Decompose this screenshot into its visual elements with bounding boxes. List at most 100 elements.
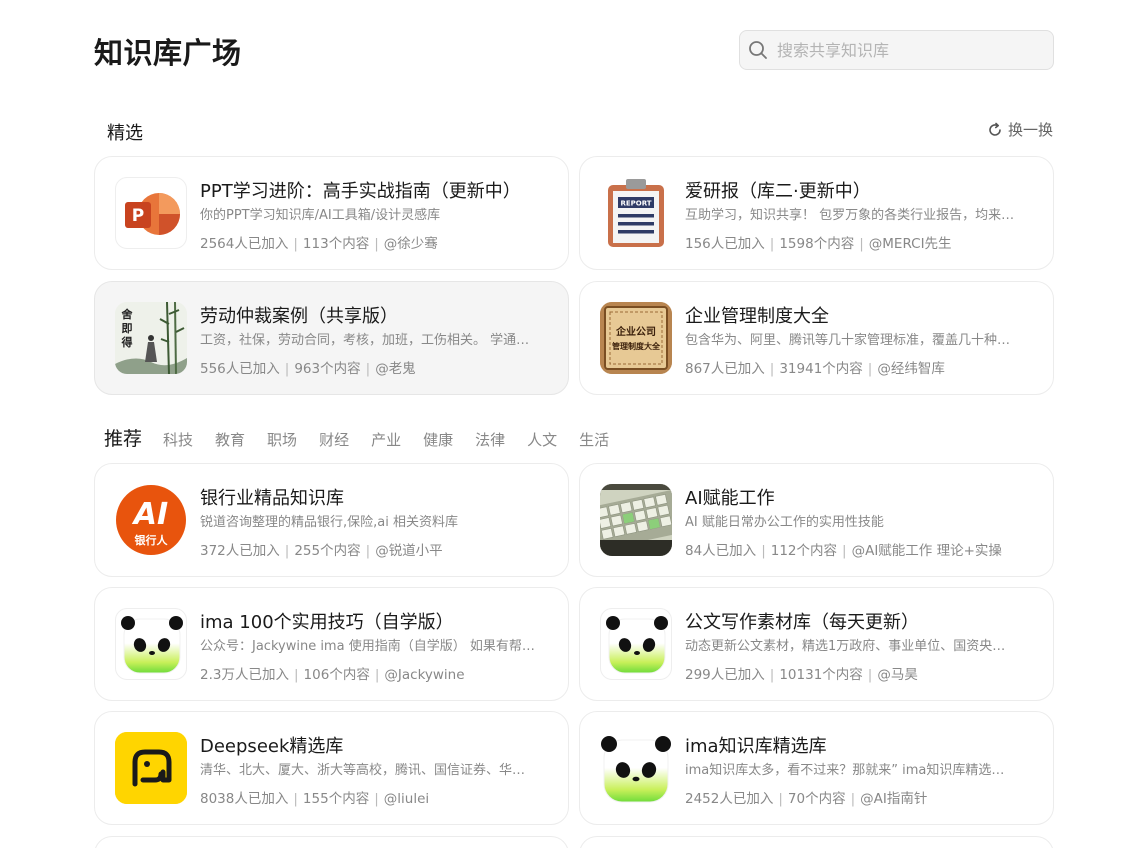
author-name: @liulei bbox=[383, 791, 430, 807]
page-title: 知识库广场 bbox=[94, 36, 242, 70]
keyboard-photo-icon bbox=[600, 484, 672, 556]
author-name: @经纬智库 bbox=[877, 361, 945, 377]
card-meta: 372人已加入 | 255个内容 | @锐道小平 bbox=[200, 543, 443, 559]
tab-tech[interactable]: 科技 bbox=[163, 429, 193, 450]
member-count: 299人已加入 bbox=[685, 667, 765, 683]
card-meta: 84人已加入 | 112个内容 | @AI赋能工作 理论+实操 bbox=[685, 543, 1002, 559]
svg-text:银行人: 银行人 bbox=[135, 533, 169, 547]
refresh-button[interactable]: 换一换 bbox=[987, 119, 1053, 140]
member-count: 84人已加入 bbox=[685, 543, 757, 559]
card-title: AI赋能工作 bbox=[685, 488, 775, 509]
refresh-icon bbox=[989, 122, 1001, 136]
featured-section-label: 精选 bbox=[107, 123, 143, 144]
card-title: 劳动仲裁案例（共享版） bbox=[200, 306, 398, 327]
member-count: 867人已加入 bbox=[685, 361, 765, 377]
card-description: 包含华为、阿里、腾讯等几十家管理标准，覆盖几十种… bbox=[685, 333, 1011, 348]
tab-humanities[interactable]: 人文 bbox=[527, 429, 557, 450]
search-icon bbox=[749, 41, 767, 59]
author-name: @Jackywine bbox=[384, 667, 465, 683]
yellow-elephant-icon bbox=[115, 732, 187, 804]
content-count: 31941个内容 bbox=[779, 361, 863, 377]
knowledge-card-partial[interactable] bbox=[579, 836, 1054, 848]
search-bar[interactable] bbox=[739, 30, 1054, 70]
card-description: 工资，社保，劳动合同，考核，加班，工伤相关。 学通… bbox=[200, 333, 530, 348]
member-count: 8038人已加入 bbox=[200, 791, 289, 807]
panda-icon bbox=[600, 608, 672, 680]
content-count: 113个内容 bbox=[302, 236, 370, 252]
content-count: 10131个内容 bbox=[779, 667, 863, 683]
card-description: 清华、北大、厦大、浙大等高校，腾讯、国信证券、华… bbox=[200, 763, 526, 778]
card-description: 互助学习，知识共享！ 包罗万象的各类行业报告，均来… bbox=[685, 208, 1015, 223]
tab-workplace[interactable]: 职场 bbox=[267, 429, 297, 450]
tab-recommend[interactable]: 推荐 bbox=[104, 424, 142, 451]
ai-bank-logo-icon: AI 银行人 bbox=[115, 484, 187, 556]
author-name: @老鬼 bbox=[375, 361, 416, 377]
member-count: 2564人已加入 bbox=[200, 236, 289, 252]
knowledge-card[interactable]: ima 100个实用技巧（自学版） 公众号：Jackywine ima 使用指南… bbox=[94, 587, 569, 701]
knowledge-card[interactable]: ima知识库精选库 ima知识库太多，看不过来？那就来” ima知识库精选… 2… bbox=[579, 711, 1054, 825]
card-title: ima知识库精选库 bbox=[685, 736, 827, 757]
search-input[interactable] bbox=[777, 40, 1027, 60]
card-description: 你的PPT学习知识库/AI工具箱/设计灵感库 bbox=[200, 208, 441, 223]
tab-health[interactable]: 健康 bbox=[423, 429, 453, 450]
knowledge-card[interactable]: 企业公司 管理制度大全 企业管理制度大全 包含华为、阿里、腾讯等几十家管理标准，… bbox=[579, 281, 1054, 395]
knowledge-card[interactable]: 公文写作素材库（每天更新） 动态更新公文素材，精选1万政府、事业单位、国资央… … bbox=[579, 587, 1054, 701]
report-clipboard-icon: REPORT bbox=[600, 177, 672, 249]
card-meta: 2452人已加入 | 70个内容 | @AI指南针 bbox=[685, 791, 928, 807]
refresh-label: 换一换 bbox=[1008, 121, 1054, 139]
scroll-plaque-icon: 企业公司 管理制度大全 bbox=[600, 302, 672, 374]
card-meta: 2.3万人已加入 | 106个内容 | @Jackywine bbox=[200, 667, 465, 683]
content-count: 963个内容 bbox=[294, 361, 361, 377]
member-count: 156人已加入 bbox=[685, 236, 765, 252]
card-title: Deepseek精选库 bbox=[200, 736, 344, 757]
tab-finance[interactable]: 财经 bbox=[319, 429, 349, 450]
tab-education[interactable]: 教育 bbox=[215, 429, 245, 450]
tab-life[interactable]: 生活 bbox=[579, 429, 609, 450]
knowledge-card[interactable]: REPORT 爱研报（库二·更新中） 互助学习，知识共享！ 包罗万象的各类行业报… bbox=[579, 156, 1054, 270]
content-count: 1598个内容 bbox=[779, 236, 855, 252]
card-description: 公众号：Jackywine ima 使用指南（自学版） 如果有帮… bbox=[200, 639, 535, 654]
author-name: @MERCI先生 bbox=[868, 236, 952, 252]
tab-industry[interactable]: 产业 bbox=[371, 429, 401, 450]
card-title: 爱研报（库二·更新中） bbox=[685, 181, 871, 202]
knowledge-card-partial[interactable] bbox=[94, 836, 569, 848]
svg-text:得: 得 bbox=[121, 335, 133, 349]
knowledge-card[interactable]: P PPT学习进阶：高手实战指南（更新中） 你的PPT学习知识库/AI工具箱/设… bbox=[94, 156, 569, 270]
author-name: @AI赋能工作 理论+实操 bbox=[851, 543, 1002, 559]
author-name: @马昊 bbox=[877, 667, 918, 683]
card-meta: 556人已加入 | 963个内容 | @老鬼 bbox=[200, 361, 416, 377]
content-count: 255个内容 bbox=[294, 543, 361, 559]
card-description: 锐道咨询整理的精品银行,保险,ai 相关资料库 bbox=[200, 515, 458, 530]
card-title: 银行业精品知识库 bbox=[200, 488, 344, 509]
card-description: ima知识库太多，看不过来？那就来” ima知识库精选… bbox=[685, 763, 1005, 778]
svg-text:AI: AI bbox=[132, 497, 168, 532]
author-name: @AI指南针 bbox=[860, 791, 928, 807]
knowledge-card[interactable]: Deepseek精选库 清华、北大、厦大、浙大等高校，腾讯、国信证券、华… 80… bbox=[94, 711, 569, 825]
svg-text:舍: 舍 bbox=[122, 307, 134, 321]
member-count: 556人已加入 bbox=[200, 361, 280, 377]
svg-text:P: P bbox=[132, 206, 144, 226]
author-name: @锐道小平 bbox=[375, 543, 443, 559]
svg-text:管理制度大全: 管理制度大全 bbox=[612, 341, 661, 351]
card-title: PPT学习进阶：高手实战指南（更新中） bbox=[200, 181, 521, 202]
card-title: 公文写作素材库（每天更新） bbox=[685, 612, 919, 633]
category-tabs: 推荐 科技 教育 职场 财经 产业 健康 法律 人文 生活 bbox=[104, 424, 631, 451]
member-count: 2452人已加入 bbox=[685, 791, 774, 807]
member-count: 372人已加入 bbox=[200, 543, 280, 559]
knowledge-card[interactable]: 舍 即 得 劳动仲裁案例（共享版） 工资，社保，劳动合同，考核，加班，工伤相关。… bbox=[94, 281, 569, 395]
card-title: 企业管理制度大全 bbox=[685, 306, 829, 327]
card-meta: 8038人已加入 | 155个内容 | @liulei bbox=[200, 791, 430, 807]
author-name: @徐少骞 bbox=[383, 236, 438, 252]
powerpoint-icon: P bbox=[115, 177, 187, 249]
panda-icon bbox=[115, 608, 187, 680]
ink-painting-icon: 舍 即 得 bbox=[115, 302, 187, 374]
knowledge-card[interactable]: AI 银行人 银行业精品知识库 锐道咨询整理的精品银行,保险,ai 相关资料库 … bbox=[94, 463, 569, 577]
content-count: 106个内容 bbox=[303, 667, 370, 683]
tab-law[interactable]: 法律 bbox=[475, 429, 505, 450]
content-count: 70个内容 bbox=[787, 791, 846, 807]
content-count: 112个内容 bbox=[770, 543, 838, 559]
knowledge-card[interactable]: AI赋能工作 AI 赋能日常办公工作的实用性技能 84人已加入 | 112个内容 | @… bbox=[579, 463, 1054, 577]
member-count: 2.3万人已加入 bbox=[200, 667, 289, 683]
card-meta: 2564人已加入 | 113个内容 | @徐少骞 bbox=[200, 236, 438, 252]
svg-text:即: 即 bbox=[122, 322, 133, 335]
